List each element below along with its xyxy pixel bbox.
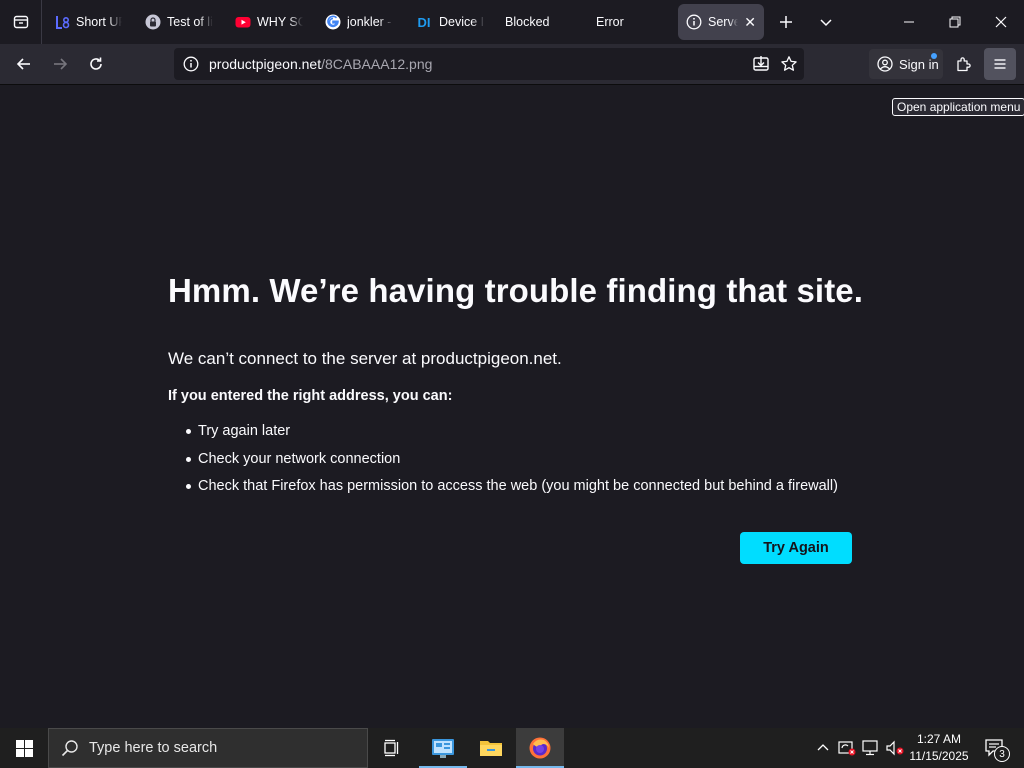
info-icon xyxy=(686,14,702,30)
list-item: Check that Firefox has permission to acc… xyxy=(186,477,838,505)
tab-youtube[interactable]: WHY SO xyxy=(235,4,303,40)
minimize-icon xyxy=(904,21,914,23)
new-tab-button[interactable] xyxy=(770,6,802,38)
arrow-right-icon xyxy=(54,58,68,70)
google-favicon-icon xyxy=(325,14,341,30)
tab-error[interactable]: Error xyxy=(596,4,624,40)
url-bar[interactable]: productpigeon.net/8CABAAA12.png xyxy=(174,48,804,80)
lock-favicon-icon xyxy=(145,14,161,30)
taskbar-clock[interactable]: 1:27 AM 11/15/2025 xyxy=(906,731,972,765)
control-panel-icon xyxy=(432,739,454,758)
navigation-toolbar: productpigeon.net/8CABAAA12.png Sign in xyxy=(0,44,1024,85)
restore-icon xyxy=(949,16,961,28)
folder-icon xyxy=(480,741,502,756)
tab-title: Server xyxy=(708,15,739,29)
site-info-icon[interactable] xyxy=(183,56,199,77)
network-icon xyxy=(862,740,878,756)
tab-title: Test of lin xyxy=(167,15,213,29)
forward-button[interactable] xyxy=(44,48,76,80)
firefox-view-icon xyxy=(13,15,28,29)
hamburger-menu-icon xyxy=(994,59,1006,69)
volume-muted-icon xyxy=(886,740,904,756)
tab-title: Device In xyxy=(439,15,485,29)
action-center-button[interactable]: 3 xyxy=(978,728,1012,768)
list-item: Check your network connection xyxy=(186,450,838,478)
task-view-icon xyxy=(384,739,399,757)
application-menu-button[interactable] xyxy=(984,48,1016,80)
suggestion-list: Try again later Check your network conne… xyxy=(186,422,838,505)
close-window-button[interactable] xyxy=(978,0,1024,44)
minimize-button[interactable] xyxy=(886,0,932,44)
show-hidden-icons-button[interactable] xyxy=(814,728,832,768)
taskbar-app-firefox[interactable] xyxy=(516,728,564,768)
save-to-pocket-icon[interactable] xyxy=(752,55,770,78)
tray-network-button[interactable] xyxy=(860,728,882,768)
search-placeholder: Type here to search xyxy=(89,740,218,756)
windows-logo-icon xyxy=(15,739,33,757)
error-description: We can’t connect to the server at produc… xyxy=(168,349,562,368)
menu-tooltip: Open application menu xyxy=(892,98,1024,116)
list-item: Try again later xyxy=(186,422,838,450)
tab-title: jonkler - xyxy=(347,15,392,29)
tab-title: WHY SO xyxy=(257,15,303,29)
chevron-up-icon xyxy=(817,744,829,751)
windows-taskbar: Type here to search 1:27 AM 11/15/2025 3 xyxy=(0,728,1024,768)
taskbar-app-control-panel[interactable] xyxy=(419,728,467,768)
arrow-left-icon xyxy=(16,58,30,70)
tray-security-icon-button[interactable] xyxy=(836,728,858,768)
list-all-tabs-button[interactable] xyxy=(810,6,842,38)
task-view-button[interactable] xyxy=(368,728,416,768)
chevron-down-icon xyxy=(820,19,832,27)
url-path: /8CABAAA12.png xyxy=(321,56,433,72)
extensions-button[interactable] xyxy=(948,48,980,80)
taskbar-search-box[interactable]: Type here to search xyxy=(48,728,368,768)
reload-button[interactable] xyxy=(80,48,112,80)
tab-title: Blocked xyxy=(505,15,550,29)
restore-button[interactable] xyxy=(932,0,978,44)
close-icon xyxy=(995,16,1007,28)
reload-icon xyxy=(90,57,102,70)
tab-server-active[interactable]: Server ✕ xyxy=(678,4,764,40)
back-button[interactable] xyxy=(8,48,40,80)
youtube-favicon-icon xyxy=(235,14,251,30)
di-favicon-icon: DI xyxy=(417,14,431,30)
taskbar-app-file-explorer[interactable] xyxy=(467,728,515,768)
bookmark-star-icon[interactable] xyxy=(780,55,798,78)
start-button[interactable] xyxy=(0,728,48,768)
error-page: Hmm. We’re having trouble finding that s… xyxy=(0,85,1024,728)
sync-warning-icon xyxy=(838,741,856,756)
clock-time: 1:27 AM xyxy=(916,732,962,746)
tab-short-url[interactable]: Short UR xyxy=(54,4,122,40)
notification-dot xyxy=(931,53,937,59)
search-icon xyxy=(61,740,78,757)
tab-title: Error xyxy=(596,15,624,29)
error-title: Hmm. We’re having trouble finding that s… xyxy=(168,272,864,309)
url-text[interactable]: productpigeon.net/8CABAAA12.png xyxy=(209,56,432,72)
tab-test-of-link[interactable]: Test of lin xyxy=(145,4,213,40)
account-icon xyxy=(877,56,893,72)
tab-strip: Short UR Test of lin WHY SO jonkler - DI… xyxy=(0,0,1024,44)
tray-volume-button[interactable] xyxy=(884,728,906,768)
url-host: productpigeon.net xyxy=(209,56,322,72)
try-again-button[interactable]: Try Again xyxy=(740,532,852,564)
tab-device-info[interactable]: DI Device In xyxy=(415,4,486,40)
link-favicon-icon xyxy=(54,14,70,30)
notification-count-badge: 3 xyxy=(994,746,1010,762)
tab-title: Short UR xyxy=(76,15,122,29)
clock-date: 11/15/2025 xyxy=(909,749,969,763)
close-tab-icon[interactable]: ✕ xyxy=(744,14,756,31)
plus-icon xyxy=(780,16,792,28)
error-subheading: If you entered the right address, you ca… xyxy=(168,388,453,404)
sign-in-button[interactable]: Sign in xyxy=(869,49,943,79)
tab-blocked[interactable]: Blocked xyxy=(505,4,549,40)
firefox-icon xyxy=(529,737,551,759)
tab-google[interactable]: jonkler - xyxy=(325,4,393,40)
puzzle-icon xyxy=(957,57,971,72)
firefox-view-button[interactable] xyxy=(0,0,42,44)
